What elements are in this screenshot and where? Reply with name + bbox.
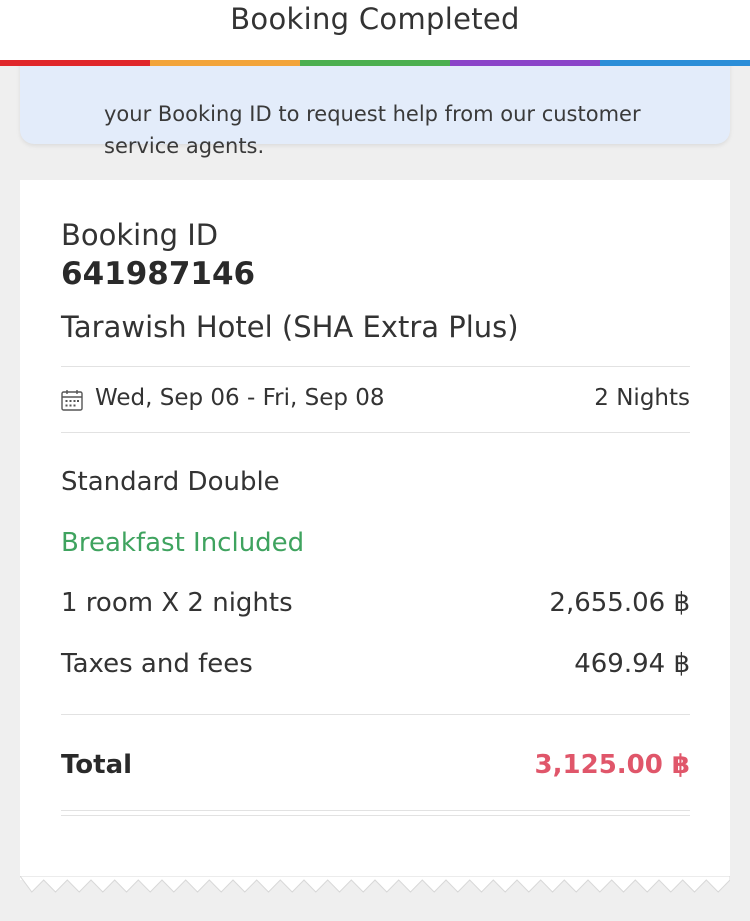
booking-card: Booking ID 641987146 Tarawish Hotel (SHA… <box>20 180 730 880</box>
price-line-taxes: Taxes and fees 469.94 ฿ <box>61 649 690 683</box>
brand-color-strip <box>0 60 750 66</box>
total-price: 3,125.00 ฿ <box>534 750 690 780</box>
nights-count: 2 Nights <box>594 385 690 411</box>
header-bar: Booking Completed <box>0 0 750 62</box>
price-line-value: 2,655.06 ฿ <box>549 588 690 618</box>
strip-blue <box>600 60 750 66</box>
total-label: Total <box>61 750 133 780</box>
strip-green <box>300 60 450 66</box>
strip-orange <box>150 60 300 66</box>
stay-dates: Wed, Sep 06 - Fri, Sep 08 <box>95 385 385 411</box>
divider <box>61 366 690 367</box>
booking-id-value[interactable]: 641987146 <box>61 256 255 292</box>
meal-plan: Breakfast Included <box>61 528 305 558</box>
room-type: Standard Double <box>61 467 280 497</box>
hotel-name: Tarawish Hotel (SHA Extra Plus) <box>61 310 519 344</box>
strip-red <box>0 60 150 66</box>
divider <box>61 810 690 811</box>
divider <box>61 815 690 816</box>
calendar-icon <box>61 390 83 411</box>
booking-id-label: Booking ID <box>61 218 219 252</box>
notice-text: your Booking ID to request help from our… <box>104 102 641 158</box>
price-line-label: 1 room X 2 nights <box>61 588 293 618</box>
divider <box>61 714 690 715</box>
total-row: Total 3,125.00 ฿ <box>61 750 690 784</box>
divider <box>61 432 690 433</box>
page-title: Booking Completed <box>230 2 520 36</box>
stay-dates-row: Wed, Sep 06 - Fri, Sep 08 2 Nights <box>61 383 690 417</box>
strip-purple <box>450 60 600 66</box>
price-line-room: 1 room X 2 nights 2,655.06 ฿ <box>61 588 690 622</box>
price-line-value: 469.94 ฿ <box>574 649 690 679</box>
receipt-zigzag-edge <box>20 876 730 893</box>
price-line-label: Taxes and fees <box>61 649 253 679</box>
